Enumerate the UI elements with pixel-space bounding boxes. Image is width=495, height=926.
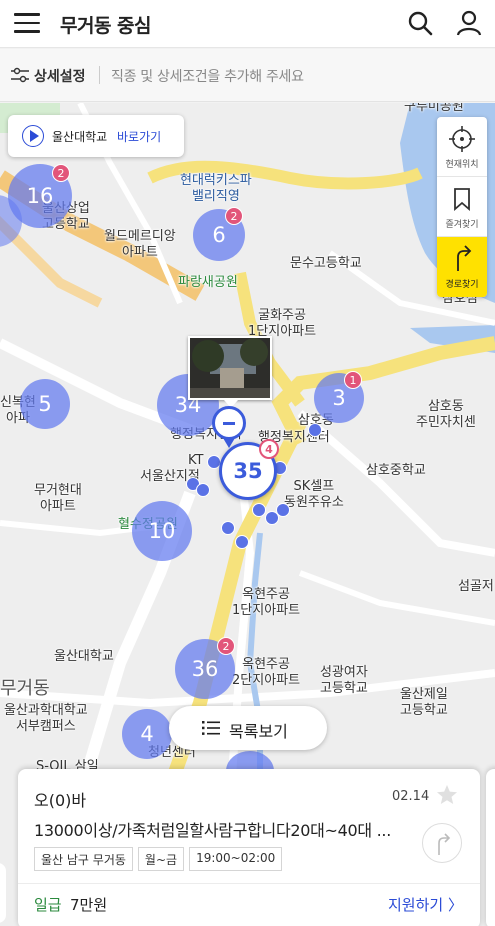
map-label-okhyeon1: 옥현주공 1단지아파트 [232, 587, 301, 618]
map-label-hyundai-rec: 현대럭키스파 밸리직영 [180, 173, 252, 204]
job-cluster[interactable]: 6 2 [193, 207, 245, 261]
job-tags: 울산 남구 무거동 월~금 19:00~02:00 [34, 847, 283, 871]
map-label-ulsan-jeil: 울산제일 고등학교 [400, 687, 448, 718]
tag-location: 울산 남구 무거동 [34, 847, 133, 871]
current-location-button[interactable]: 현재위치 [437, 117, 487, 177]
job-dot[interactable] [235, 535, 249, 549]
cluster-count: 5 [38, 392, 52, 416]
job-cluster[interactable]: 10 [132, 501, 192, 561]
profile-icon[interactable] [455, 9, 483, 37]
job-dot[interactable] [252, 503, 266, 517]
bookmark-label: 즐겨찾기 [445, 220, 479, 230]
search-icon[interactable] [406, 9, 434, 37]
star-icon[interactable] [436, 784, 458, 806]
job-card[interactable]: 오(0)바 02.14 13000이상/가족처럼일할사람구합니다20대~40대 … [18, 769, 480, 926]
selected-cluster-count: 35 [233, 459, 263, 483]
map-label-samho-ms: 삼호중학교 [366, 463, 426, 478]
app-header: 무거동 중심 [0, 0, 495, 48]
bookmark-icon [454, 188, 470, 211]
cluster-count: 6 [212, 223, 226, 247]
next-card-peek[interactable] [486, 769, 495, 926]
map-label-ulsan-univ: 울산대학교 [54, 649, 114, 664]
prev-card-peek[interactable] [0, 863, 6, 923]
job-title[interactable]: 13000이상/가족처럼일할사람구합니다20대~40대 ... [34, 817, 391, 841]
job-cluster[interactable]: 4 [122, 709, 172, 759]
job-cluster[interactable]: 3 1 [314, 371, 364, 423]
pay-type: 일급 [34, 896, 62, 914]
list-view-button[interactable]: 목록보기 [169, 706, 327, 750]
street-photo[interactable] [188, 336, 272, 400]
filter-bar[interactable]: 상세설정 직종 및 상세조건을 추가해 주세요 [0, 49, 495, 102]
red-marker-count: 4 [265, 442, 273, 456]
route-label: 경로찾기 [445, 280, 479, 290]
map-label-okhyeon2: 옥현주공 2단지아파트 [232, 657, 301, 688]
cluster-count: 16 [26, 184, 54, 208]
job-dot[interactable] [308, 423, 322, 437]
map-label-mugeo-apt: 무거현대 아파트 [34, 483, 82, 514]
sliders-icon [11, 67, 29, 83]
map-label-parang-park: 파랑새공원 [178, 275, 238, 290]
map-label-seongmo: 성광여자 고등학교 [320, 665, 368, 696]
crosshair-icon [449, 126, 475, 152]
tag-days: 월~금 [137, 847, 185, 871]
map-label-gubo: 구루미공원 [404, 103, 464, 114]
current-location-label: 현재위치 [445, 160, 479, 170]
company-name: 오(0)바 [34, 791, 87, 810]
shortcut-place: 울산대학교 [52, 130, 108, 144]
map-label-kt: KT [188, 453, 204, 468]
tag-hours: 19:00~02:00 [189, 847, 283, 871]
shortcut-action[interactable]: 바로가기 [117, 128, 161, 145]
posted-date: 02.14 [392, 789, 430, 804]
bookmark-button[interactable]: 즐겨찾기 [437, 177, 487, 237]
map-controls: 현재위치 즐겨찾기 경로찾기 [437, 117, 487, 297]
job-cluster[interactable]: 5 [20, 379, 70, 429]
street-photo-image [190, 338, 270, 398]
cluster-count: 4 [140, 722, 154, 746]
map-label-sk: SK셀프 동원주유소 [284, 479, 344, 510]
divider [18, 883, 480, 884]
list-icon [202, 721, 220, 735]
cluster-count: 3 [332, 386, 346, 410]
map-label-world-apt: 월드메르디앙 아파트 [104, 229, 176, 260]
cluster-count: 10 [148, 519, 176, 543]
cluster-badge: 1 [344, 371, 362, 389]
map-label-samho-center: 삼호동 주민자치센 [416, 399, 476, 430]
map-label-mugeo-area: 무거동 [0, 678, 50, 699]
job-cluster[interactable]: 36 2 [175, 637, 235, 699]
cluster-badge: 2 [225, 207, 243, 225]
filter-label[interactable]: 상세설정 [34, 66, 86, 86]
university-shortcut[interactable]: 울산대학교 바로가기 [8, 115, 184, 157]
job-dot[interactable] [221, 521, 235, 535]
route-arrow-icon [457, 245, 472, 271]
apply-button[interactable]: 지원하기 〉 [388, 894, 463, 915]
directions-button[interactable] [422, 823, 462, 863]
cluster-count: 36 [191, 657, 219, 681]
red-count-marker[interactable]: 4 [259, 439, 279, 459]
cluster-badge: 2 [217, 637, 235, 655]
list-view-label: 목록보기 [229, 722, 288, 741]
cluster-badge: 2 [52, 164, 70, 182]
pay-amount: 7만원 [70, 896, 108, 914]
route-arrow-icon [438, 833, 451, 855]
filter-hint[interactable]: 직종 및 상세조건을 추가해 주세요 [111, 66, 304, 86]
divider [99, 66, 100, 84]
map-label-seomgol: 섬골저 [458, 579, 494, 594]
menu-icon[interactable] [14, 13, 40, 33]
map-view[interactable]: 구루미공원 현대럭키스파 밸리직영 울산상업 고등학교 월드메르디앙 아파트 파… [0, 103, 495, 926]
play-icon [22, 125, 44, 147]
map-label-munsu-hs: 문수고등학교 [290, 256, 362, 271]
job-dot[interactable] [196, 483, 210, 497]
route-button[interactable]: 경로찾기 [437, 237, 487, 297]
job-dot[interactable] [276, 503, 290, 517]
page-title: 무거동 중심 [60, 15, 152, 37]
location-pin-icon[interactable] [212, 406, 246, 440]
map-label-science: 울산과학대학교 서부캠퍼스 [4, 703, 88, 734]
